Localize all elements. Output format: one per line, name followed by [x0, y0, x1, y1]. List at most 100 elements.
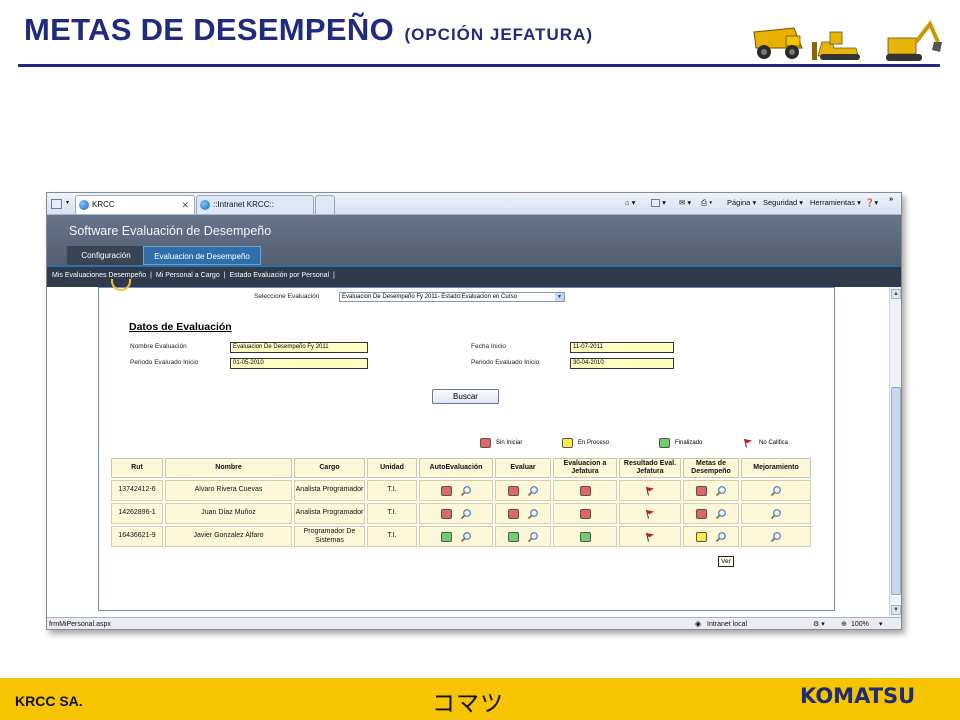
tab-configuracion[interactable]: Configuración — [67, 246, 145, 265]
nav-link-mi-personal[interactable]: Mi Personal a Cargo — [156, 272, 220, 279]
periodo-fin-field[interactable]: 30-04-2010 — [570, 358, 674, 369]
header-mejoramiento[interactable]: Mejoramiento — [741, 458, 811, 478]
browser-screenshot: ▾ KRCC ✕ ::Intranet KRCC:: ⌂ ▾ ▾ ✉ ▾ ⎙ ▾… — [46, 192, 902, 630]
cell-mejoramiento — [741, 480, 811, 501]
header-cargo[interactable]: Cargo — [294, 458, 365, 478]
ver-tooltip: Ver — [718, 556, 734, 567]
periodo-inicio-field[interactable]: 01-05-2010 — [230, 358, 368, 369]
magnifier-icon[interactable] — [460, 508, 472, 520]
tab-evaluacion[interactable]: Evaluacion de Desempeño — [143, 246, 261, 265]
magnifier-icon[interactable] — [715, 485, 727, 497]
red-flag-icon[interactable] — [645, 509, 655, 519]
zoom-icon[interactable]: ⊕ — [841, 618, 847, 629]
new-tab-button[interactable] — [315, 195, 335, 214]
header-metas[interactable]: Metas de Desempeño — [683, 458, 739, 478]
red-flag-icon[interactable] — [645, 486, 655, 496]
status-red-square[interactable] — [507, 485, 519, 496]
magnifier-icon[interactable] — [527, 508, 539, 520]
help-icon[interactable]: ❓▾ — [865, 198, 878, 207]
vertical-scrollbar[interactable]: ▲ ▼ — [889, 287, 901, 617]
mail-icon[interactable]: ✉ ▾ — [679, 198, 691, 207]
cell-unidad: T.I. — [367, 480, 417, 501]
slide-title-main: METAS DE DESEMPEÑO — [24, 12, 394, 47]
header-nombre[interactable]: Nombre — [165, 458, 292, 478]
header-evaluar[interactable]: Evaluar — [495, 458, 551, 478]
magnifier-icon[interactable] — [770, 508, 782, 520]
cell-rut: 14262896-1 — [111, 503, 163, 524]
home-icon[interactable]: ⌂ ▾ — [625, 198, 635, 207]
katakana-logo: コマツ — [432, 691, 504, 717]
nav-separator: | — [150, 272, 152, 279]
tools-menu[interactable]: Herramientas ▾ — [810, 198, 861, 207]
title-divider — [18, 64, 940, 67]
protected-mode-icon[interactable]: ⚙ ▾ — [813, 618, 825, 629]
nav-link-mis-evaluaciones[interactable]: Mis Evaluaciones Desempeño — [52, 272, 146, 279]
zoom-level[interactable]: 100% — [851, 618, 869, 629]
magnifier-icon[interactable] — [527, 485, 539, 497]
browser-tab-intranet[interactable]: ::Intranet KRCC:: — [196, 195, 314, 214]
status-red-square[interactable] — [695, 508, 707, 519]
magnifier-icon[interactable] — [460, 531, 472, 543]
scroll-up-icon[interactable]: ▲ — [891, 289, 901, 299]
scroll-thumb[interactable] — [891, 387, 901, 595]
status-red-square[interactable] — [579, 485, 591, 496]
fecha-inicio-field[interactable]: 11-07-2011 — [570, 342, 674, 353]
header-rut[interactable]: Rut — [111, 458, 163, 478]
zoom-dropdown-icon[interactable]: ▾ — [879, 618, 883, 629]
status-green-square[interactable] — [440, 531, 452, 542]
buscar-button[interactable]: Buscar — [432, 389, 499, 404]
magnifier-icon[interactable] — [770, 485, 782, 497]
cell-resultado — [619, 503, 681, 524]
magnifier-icon[interactable] — [527, 531, 539, 543]
magnifier-icon[interactable] — [460, 485, 472, 497]
scroll-down-icon[interactable]: ▼ — [891, 605, 901, 615]
slide-title: METAS DE DESEMPEÑO (OPCIÓN JEFATURA) — [24, 12, 593, 48]
komatsu-logo: KOMATSU — [800, 684, 916, 708]
security-menu[interactable]: Seguridad ▾ — [763, 198, 803, 207]
magnifier-icon[interactable] — [715, 531, 727, 543]
cell-unidad: T.I. — [367, 503, 417, 524]
content-area: ▲ ▼ — [47, 279, 901, 617]
status-green-square[interactable] — [579, 531, 591, 542]
evaluation-select[interactable]: Evaluacion De Desempeño Fy 2011- Estado:… — [339, 292, 565, 302]
cell-evaluacion-jefatura — [553, 503, 617, 524]
nombre-evaluacion-field[interactable]: Evaluacion De Desempeño Fy 2011 — [230, 342, 368, 353]
cell-unidad: T.I. — [367, 526, 417, 547]
status-yellow-square[interactable] — [695, 531, 707, 542]
cell-mejoramiento — [741, 503, 811, 524]
status-green-square[interactable] — [507, 531, 519, 542]
chevron-down-icon[interactable]: ▼ — [555, 293, 564, 301]
cell-cargo: Programador De Sistemas — [294, 526, 365, 547]
status-red-square[interactable] — [695, 485, 707, 496]
bulldozer-icon — [812, 31, 860, 60]
nav-link-estado-evaluacion[interactable]: Estado Evaluación por Personal — [229, 272, 329, 279]
app-header: Software Evaluación de Desempeño Configu… — [47, 215, 901, 287]
cell-nombre: Javier Gonzalez Alfaro — [165, 526, 292, 547]
red-flag-icon — [744, 438, 752, 448]
magnifier-icon[interactable] — [770, 531, 782, 543]
nav-separator: | — [333, 272, 335, 279]
header-evaluacion-jefatura[interactable]: Evaluacion a Jefatura — [553, 458, 617, 478]
cell-nombre: Alvaro Rivera Cuevas — [165, 480, 292, 501]
page-menu[interactable]: Página ▾ — [727, 198, 756, 207]
header-unidad[interactable]: Unidad — [367, 458, 417, 478]
tab-list-dropdown-icon[interactable]: ▾ — [66, 197, 69, 210]
magnifier-icon[interactable] — [715, 508, 727, 520]
header-resultado[interactable]: Resultado Eval. Jefatura — [619, 458, 681, 478]
quick-tabs-icon[interactable] — [51, 197, 62, 210]
status-red-square[interactable] — [440, 485, 452, 496]
browser-tab-krcc[interactable]: KRCC ✕ — [75, 195, 195, 214]
chevron-more-icon[interactable]: » — [889, 194, 893, 203]
red-flag-icon[interactable] — [645, 532, 655, 542]
browser-tab-label: ::Intranet KRCC:: — [213, 200, 274, 209]
close-tab-icon[interactable]: ✕ — [181, 196, 189, 214]
header-autoevaluacion[interactable]: AutoEvaluación — [419, 458, 493, 478]
status-red-square[interactable] — [579, 508, 591, 519]
status-red-square[interactable] — [507, 508, 519, 519]
status-red-square[interactable] — [440, 508, 452, 519]
print-icon[interactable]: ⎙ ▾ — [701, 198, 712, 208]
globe-icon: ◉ — [695, 621, 702, 628]
browser-toolbar: ▾ KRCC ✕ ::Intranet KRCC:: ⌂ ▾ ▾ ✉ ▾ ⎙ ▾… — [47, 193, 901, 215]
feeds-icon[interactable]: ▾ — [651, 198, 666, 208]
cell-autoevaluacion — [419, 503, 493, 524]
